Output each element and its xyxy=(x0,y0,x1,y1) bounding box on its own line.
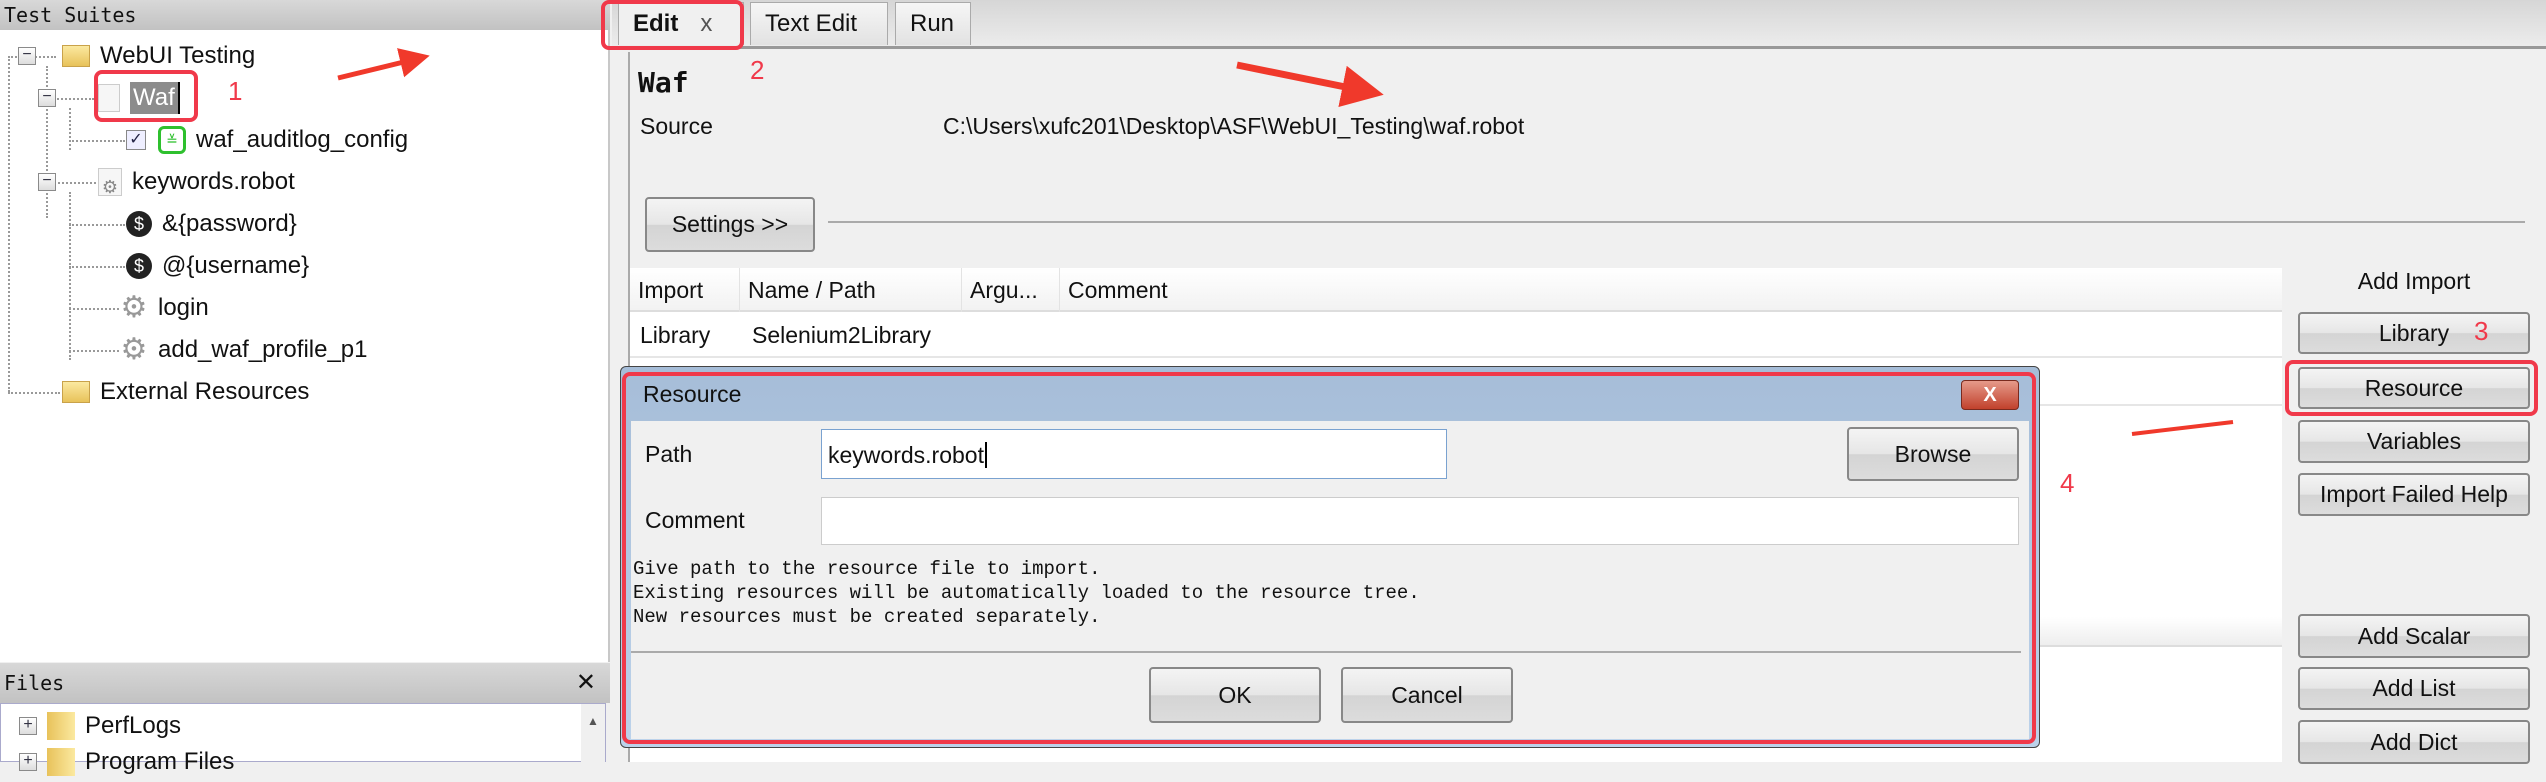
annotation-arrows xyxy=(337,48,2234,436)
annotation-arrow xyxy=(2131,420,2234,436)
annotation-arrow xyxy=(1236,61,1384,108)
annotation-arrow xyxy=(337,48,430,81)
